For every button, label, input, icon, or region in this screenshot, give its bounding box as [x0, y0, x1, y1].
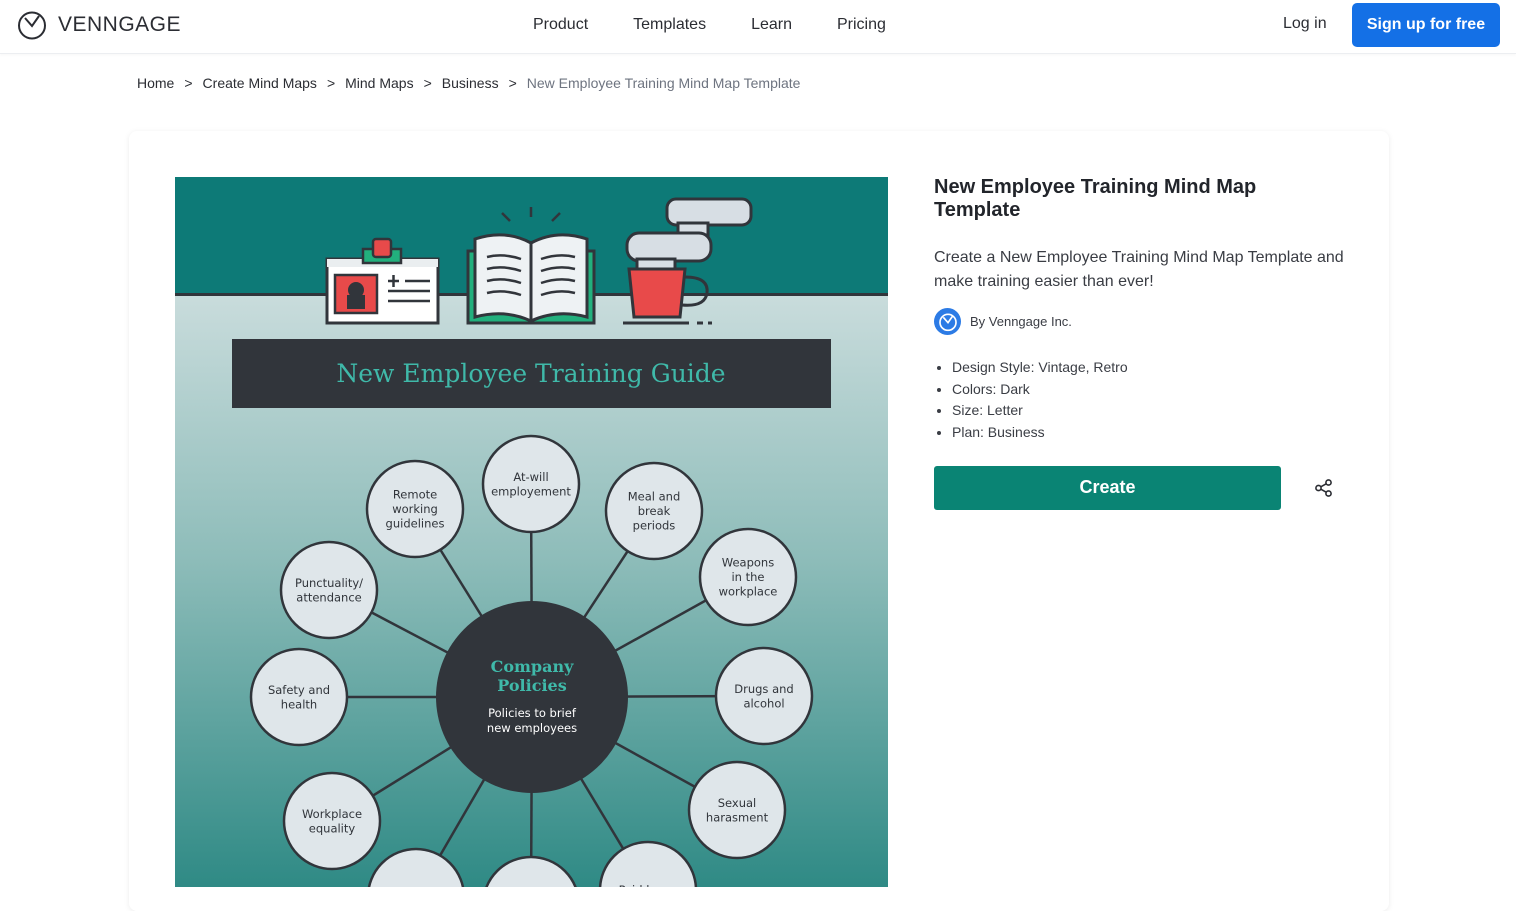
- author-row: By Venngage Inc.: [934, 308, 1354, 335]
- mind-map-node: Meal andbreakperiods: [604, 461, 704, 561]
- main-nav: Product Templates Learn Pricing: [533, 16, 931, 34]
- node-label: in the: [731, 570, 764, 584]
- node-label: harasment: [706, 810, 769, 824]
- node-label: Remote: [393, 488, 437, 502]
- node-label: health: [281, 697, 317, 711]
- center-title-line2: Policies: [497, 676, 566, 695]
- node-label: At-will: [513, 470, 548, 484]
- mind-map-node: Weaponsin theworkplace: [698, 527, 798, 627]
- venngage-logo[interactable]: VENNGAGE: [17, 10, 181, 40]
- banner-title: New Employee Training Guide: [336, 359, 725, 388]
- node-label: equality: [309, 821, 356, 835]
- signup-button[interactable]: Sign up for free: [1352, 3, 1500, 47]
- share-button[interactable]: [1312, 476, 1336, 500]
- node-label: Weapons: [722, 556, 774, 570]
- logo-text: VENNGAGE: [58, 13, 182, 36]
- template-info: New Employee Training Mind Map Template …: [934, 176, 1354, 510]
- mind-map-node: Remoteworkingguidelines: [365, 459, 465, 559]
- mind-map-node: Safety andhealth: [249, 647, 349, 747]
- node-label: Safety and: [268, 683, 330, 697]
- author-name: By Venngage Inc.: [970, 314, 1072, 329]
- breadcrumb-home[interactable]: Home: [137, 75, 174, 91]
- node-label: employement: [491, 484, 571, 498]
- breadcrumb-current: New Employee Training Mind Map Template: [526, 75, 801, 91]
- detail-design-style: Design Style: Vintage, Retro: [952, 357, 1354, 379]
- preview-infographic: New Employee Training Guide Company Poli…: [175, 177, 888, 887]
- nav-templates[interactable]: Templates: [633, 16, 706, 34]
- node-label: break: [638, 504, 671, 518]
- center-subtitle-line2: new employees: [487, 721, 577, 735]
- node-label: alcohol: [743, 696, 784, 710]
- create-button[interactable]: Create: [934, 465, 1281, 510]
- detail-plan: Plan: Business: [952, 422, 1354, 444]
- node-label: Punctuality/: [295, 576, 363, 590]
- center-title: Company: [491, 657, 575, 676]
- venngage-avatar-icon: [938, 313, 957, 331]
- breadcrumb-mind-maps[interactable]: Mind Maps: [345, 75, 413, 91]
- template-description: Create a New Employee Training Mind Map …: [934, 249, 1344, 290]
- node-label: attendance: [296, 590, 361, 604]
- logo-icon: [18, 11, 46, 40]
- mind-map-node: At-willemployement: [481, 434, 581, 534]
- mind-map-node: Drugs andalcohol: [714, 646, 814, 746]
- share-icon: [1315, 478, 1332, 497]
- node-label: Drugs and: [734, 682, 793, 696]
- node-label: working: [392, 502, 438, 516]
- breadcrumb-separator: >: [184, 75, 193, 91]
- template-title: New Employee Training Mind Map Template: [934, 176, 1257, 221]
- center-hub: [436, 601, 628, 793]
- detail-colors: Colors: Dark: [952, 379, 1354, 401]
- mind-map-node: Sexualharasment: [687, 760, 787, 860]
- breadcrumb-separator: >: [508, 75, 517, 91]
- breadcrumb-separator: >: [326, 75, 336, 91]
- top-navigation: VENNGAGE Product Templates Learn Pricing…: [0, 0, 1516, 54]
- node-label: workplace: [719, 585, 778, 599]
- node-label: Sexual: [718, 796, 757, 810]
- node-label: periods: [633, 519, 676, 533]
- template-preview[interactable]: New Employee Training Guide Company Poli…: [175, 177, 888, 887]
- login-link[interactable]: Log in: [1283, 15, 1327, 33]
- breadcrumb-separator: >: [423, 75, 432, 91]
- breadcrumb: Home > Create Mind Maps > Mind Maps > Bu…: [137, 75, 800, 91]
- node-label: guidelines: [386, 517, 445, 531]
- center-subtitle: Policies to brief: [488, 706, 577, 720]
- breadcrumb-business[interactable]: Business: [442, 75, 499, 91]
- breadcrumb-create-mind-maps[interactable]: Create Mind Maps: [203, 75, 317, 91]
- template-details: Design Style: Vintage, Retro Colors: Dar…: [934, 357, 1354, 444]
- author-avatar: [934, 308, 961, 335]
- template-actions: Create: [934, 465, 1354, 510]
- mind-map-node: Workplaceequality: [282, 771, 382, 871]
- node-label: Workplace: [302, 807, 362, 821]
- mind-map-node: Punctuality/attendance: [279, 540, 379, 640]
- node-label: Meal and: [628, 490, 681, 504]
- nav-product[interactable]: Product: [533, 16, 588, 34]
- nav-learn[interactable]: Learn: [751, 16, 792, 34]
- nav-pricing[interactable]: Pricing: [837, 16, 886, 34]
- detail-size: Size: Letter: [952, 400, 1354, 422]
